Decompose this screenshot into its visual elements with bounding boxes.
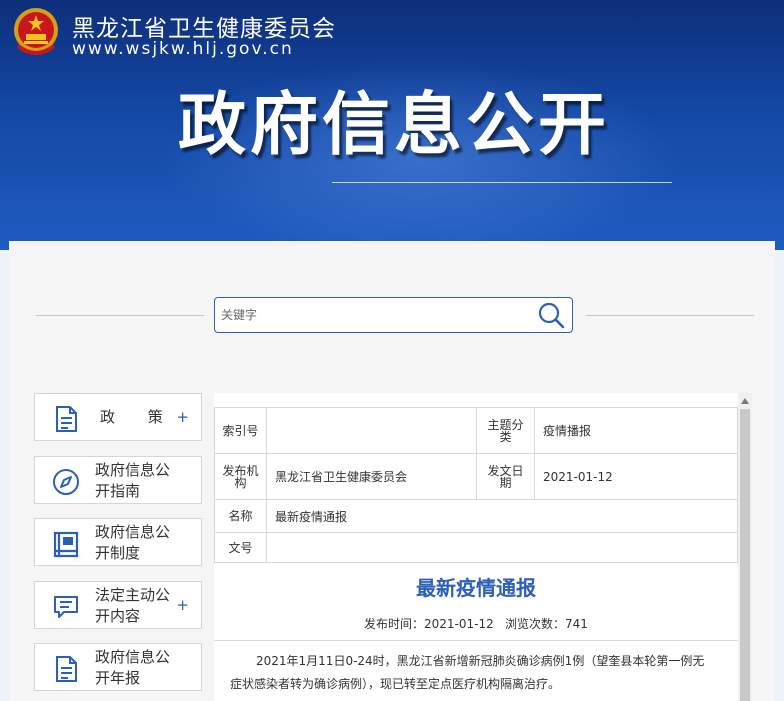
menu-item-label: 法定主动公开内容 [95, 586, 171, 625]
national-emblem-icon [14, 8, 58, 55]
index-no-value [266, 407, 477, 454]
name-label: 名称 [214, 499, 267, 533]
issue-date-label: 发文日期 [476, 453, 535, 500]
search-bar [214, 297, 573, 333]
menu-item-annual-report[interactable]: 政府信息公开年报 [34, 643, 202, 691]
search-left-divider [36, 315, 204, 316]
menu-item-guide[interactable]: 政府信息公开指南 [34, 456, 202, 504]
menu-item-system[interactable]: 政府信息公开制度 [34, 518, 202, 566]
search-icon[interactable] [536, 301, 568, 329]
book-icon [53, 531, 79, 558]
document-icon [56, 406, 77, 432]
menu-item-label: 政 策 [100, 408, 177, 426]
menu-item-label: 政府信息公开年报 [95, 648, 171, 687]
compass-icon [53, 469, 79, 495]
scrollbar-thumb[interactable] [740, 409, 750, 701]
name-value: 最新疫情通报 [266, 499, 738, 533]
topic-label: 主题分类 [476, 407, 535, 454]
header-banner: 黑龙江省卫生健康委员会 www.wsjkw.hlj.gov.cn 政府信息公开 [0, 0, 784, 250]
menu-item-label: 政府信息公开制度 [95, 523, 171, 562]
table-row: 文号 [214, 532, 738, 563]
article-body: 2021年1月11日0-24时，黑龙江省新增新冠肺炎确诊病例1例（望奎县本轮第一… [230, 654, 705, 691]
document-meta-table: 索引号 主题分类 疫情播报 发布机构 黑龙江省卫生健康委员会 发文日期 2021… [214, 407, 738, 563]
report-icon [56, 656, 77, 682]
table-row: 发布机构 黑龙江省卫生健康委员会 发文日期 2021-01-12 [214, 453, 738, 500]
doc-no-value [266, 532, 738, 563]
menu-item-policy[interactable]: 政 策 + [34, 393, 202, 441]
table-row: 名称 最新疫情通报 [214, 499, 738, 533]
doc-no-label: 文号 [214, 532, 267, 563]
page-title: 政府信息公开 [178, 86, 611, 165]
article-title: 最新疫情通报 [416, 576, 536, 600]
article-divider [214, 640, 738, 641]
search-right-divider [586, 315, 754, 316]
publish-time: 发布时间：2021-01-12 [364, 617, 494, 631]
title-underline [332, 182, 672, 183]
expand-plus-icon[interactable]: + [176, 596, 189, 614]
publisher-value: 黑龙江省卫生健康委员会 [266, 453, 477, 500]
table-row: 索引号 主题分类 疫情播报 [214, 407, 738, 454]
menu-item-content[interactable]: 法定主动公开内容 + [34, 581, 202, 629]
index-no-label: 索引号 [214, 407, 267, 454]
view-count: 浏览次数：741 [505, 617, 588, 631]
topic-value: 疫情播报 [534, 407, 738, 454]
site-url[interactable]: www.wsjkw.hlj.gov.cn [72, 39, 294, 59]
expand-plus-icon[interactable]: + [176, 408, 189, 426]
menu-item-label: 政府信息公开指南 [95, 461, 171, 500]
issue-date-value: 2021-01-12 [534, 453, 738, 500]
scroll-up-icon[interactable] [740, 396, 750, 406]
search-input[interactable] [221, 304, 521, 326]
message-icon [54, 596, 78, 618]
publisher-label: 发布机构 [214, 453, 267, 500]
site-name[interactable]: 黑龙江省卫生健康委员会 [72, 9, 336, 43]
